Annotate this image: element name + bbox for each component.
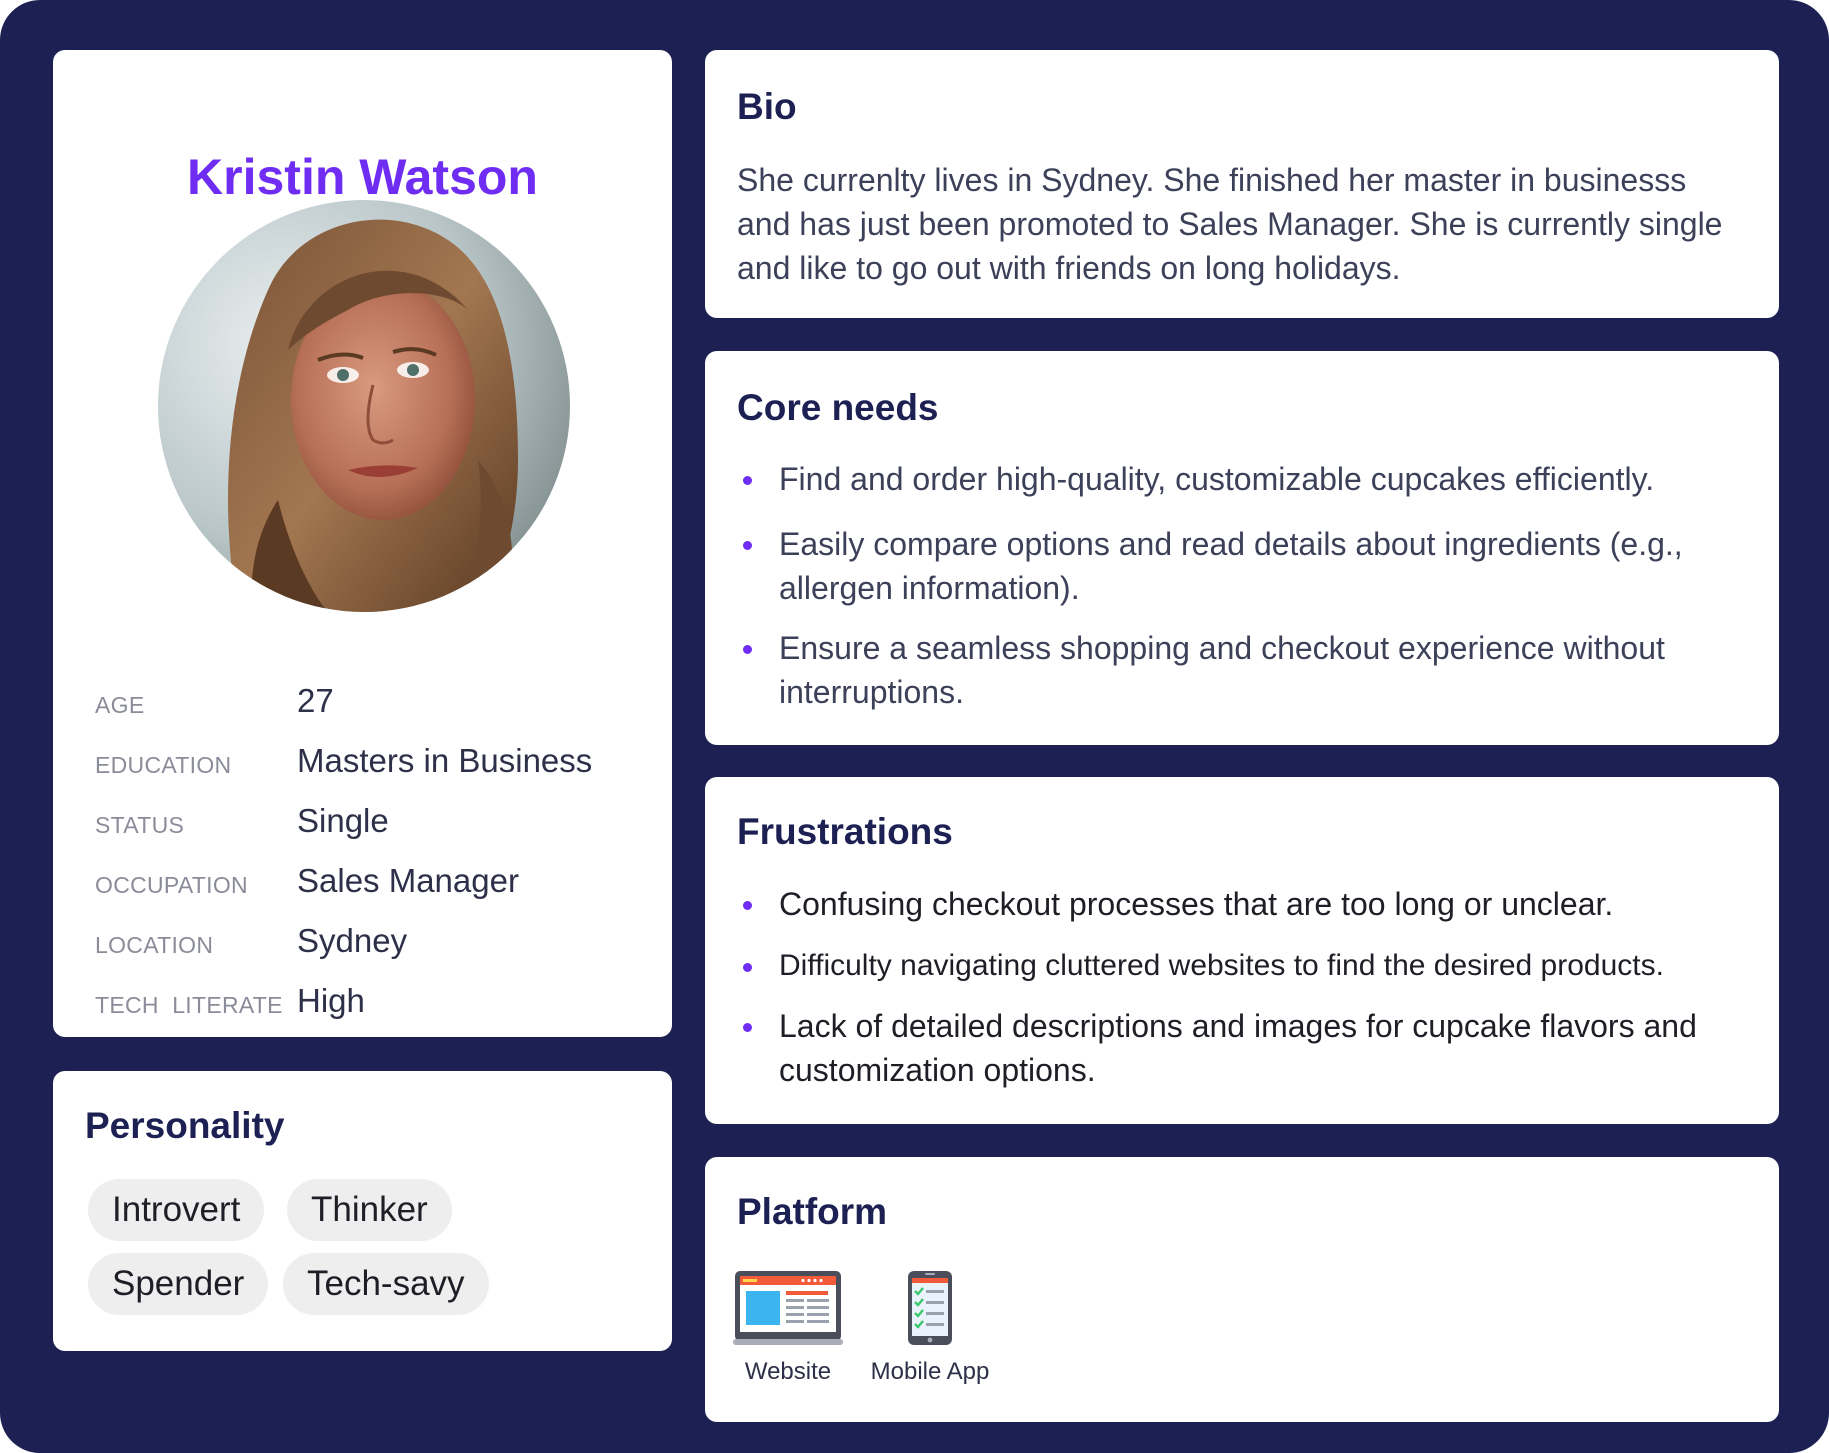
attribute-value: Sydney <box>297 922 408 959</box>
bio-card: Bio She currenlty lives in Sydney. She f… <box>705 50 1779 318</box>
mobile-app-icon <box>908 1271 952 1345</box>
frustrations-list: Confusing checkout processes that are to… <box>737 882 1757 1092</box>
list-item: Ensure a seamless shopping and checkout … <box>737 626 1757 714</box>
attribute-value: Masters in Business <box>297 742 593 779</box>
platform-mobile-app: Mobile App <box>865 1269 995 1386</box>
core-needs-title: Core needs <box>737 387 939 428</box>
list-item-text: Lack of detailed descriptions and images… <box>779 1008 1697 1088</box>
platform-card: Platform Website Mobile App <box>705 1157 1779 1422</box>
bio-text: She currenlty lives in Sydney. She finis… <box>737 162 1723 286</box>
trait-chip: Thinker <box>287 1179 452 1241</box>
avatar-portrait <box>158 200 570 612</box>
bullet-icon <box>743 1023 752 1032</box>
attribute-label: TECH LITERATE <box>95 992 283 1018</box>
core-needs-card: Core needs Find and order high-quality, … <box>705 351 1779 745</box>
persona-board: Kristin Watson AGE 27 EDUCATION Masters … <box>0 0 1829 1453</box>
list-item-text: Confusing checkout processes that are to… <box>779 886 1614 922</box>
list-item: Difficulty navigating cluttered websites… <box>737 944 1757 988</box>
profile-card: Kristin Watson AGE 27 EDUCATION Masters … <box>53 50 672 1037</box>
attribute-value: Single <box>297 802 389 839</box>
list-item: Lack of detailed descriptions and images… <box>737 1004 1757 1092</box>
attribute-label: OCCUPATION <box>95 872 248 898</box>
list-item: Find and order high-quality, customizabl… <box>737 457 1757 501</box>
avatar <box>158 200 570 612</box>
platform-title: Platform <box>737 1191 888 1232</box>
platform-label: Mobile App <box>870 1358 990 1385</box>
list-item: Confusing checkout processes that are to… <box>737 882 1757 926</box>
list-item-text: Difficulty navigating cluttered websites… <box>779 949 1664 982</box>
personality-card: Personality Introvert Thinker Spender Te… <box>53 1071 672 1351</box>
bullet-icon <box>743 645 752 654</box>
trait-chip: Tech-savy <box>283 1253 489 1315</box>
attribute-label: STATUS <box>95 812 185 838</box>
trait-chip: Introvert <box>88 1179 265 1241</box>
attribute-row-education: EDUCATION Masters in Business <box>95 740 655 800</box>
attribute-value: Sales Manager <box>297 862 519 899</box>
attribute-value: High <box>297 982 365 1019</box>
attribute-list: AGE 27 EDUCATION Masters in Business STA… <box>95 680 655 1040</box>
bullet-icon <box>743 541 752 550</box>
attribute-row-tech-literate: TECH LITERATE High <box>95 980 655 1040</box>
website-icon <box>733 1271 843 1345</box>
bullet-icon <box>743 476 752 485</box>
attribute-label: EDUCATION <box>95 752 232 778</box>
attribute-value: 27 <box>297 682 334 719</box>
attribute-row-status: STATUS Single <box>95 800 655 860</box>
attribute-row-location: LOCATION Sydney <box>95 920 655 980</box>
attribute-label: AGE <box>95 692 145 718</box>
core-needs-list: Find and order high-quality, customizabl… <box>737 457 1757 714</box>
list-item-text: Ensure a seamless shopping and checkout … <box>779 630 1665 710</box>
attribute-row-age: AGE 27 <box>95 680 655 740</box>
persona-name: Kristin Watson <box>187 149 538 205</box>
platform-website: Website <box>733 1269 843 1386</box>
bullet-icon <box>743 963 752 972</box>
bullet-icon <box>743 901 752 910</box>
trait-chip: Spender <box>88 1253 269 1315</box>
list-item-text: Easily compare options and read details … <box>779 526 1683 606</box>
personality-title: Personality <box>85 1105 285 1146</box>
list-item: Easily compare options and read details … <box>737 522 1757 610</box>
platform-label: Website <box>744 1358 832 1385</box>
attribute-row-occupation: OCCUPATION Sales Manager <box>95 860 655 920</box>
attribute-label: LOCATION <box>95 932 214 958</box>
list-item-text: Find and order high-quality, customizabl… <box>779 461 1655 497</box>
bio-title: Bio <box>737 86 797 127</box>
frustrations-title: Frustrations <box>737 811 953 852</box>
frustrations-card: Frustrations Confusing checkout processe… <box>705 777 1779 1124</box>
